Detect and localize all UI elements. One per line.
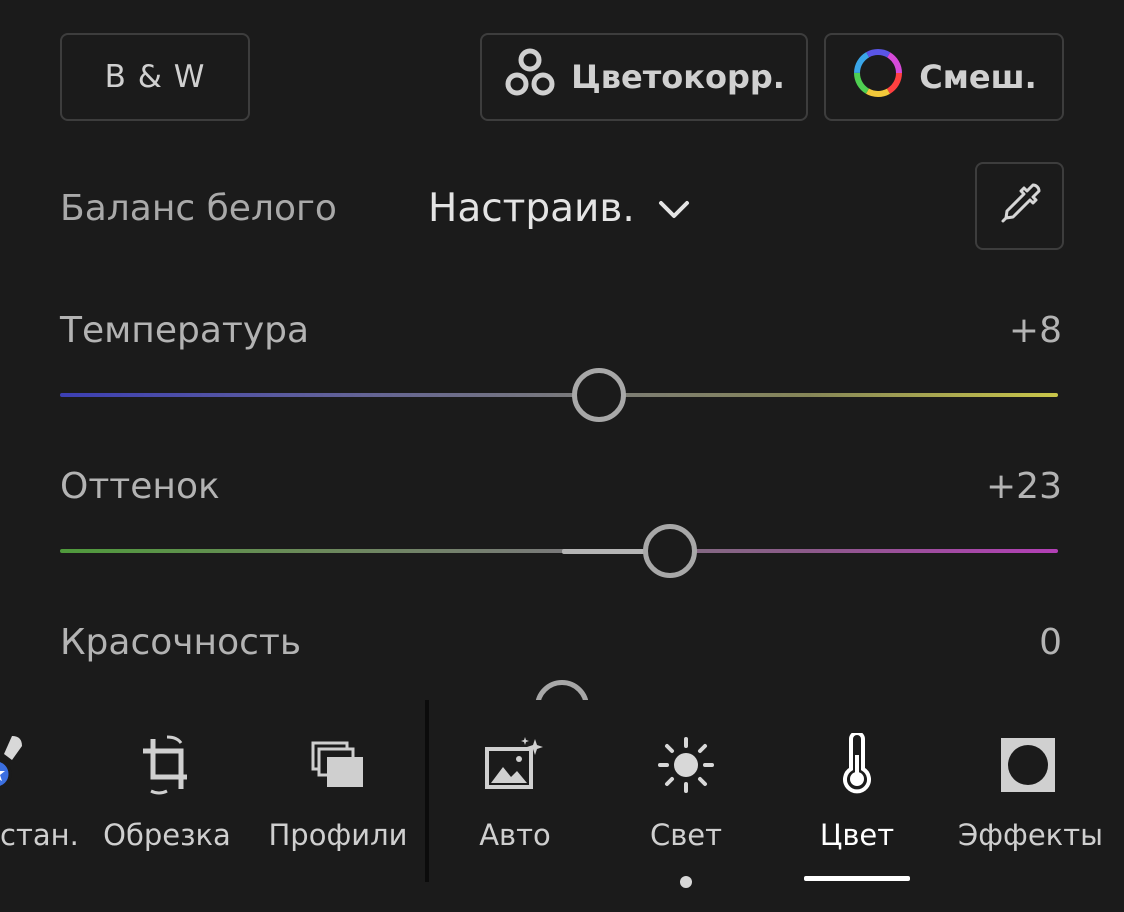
tool-healing-label: стан. <box>0 818 79 852</box>
color-mix-label: Смеш. <box>919 58 1037 96</box>
healing-brush-icon <box>0 730 47 800</box>
light-modified-dot <box>680 876 692 888</box>
tool-effects-label: Эффекты <box>958 818 1103 852</box>
tool-light-label: Свет <box>649 818 723 852</box>
tool-crop-label: Обрезка <box>103 818 231 852</box>
eyedropper-button[interactable] <box>975 162 1064 250</box>
chevron-down-icon <box>657 186 691 231</box>
effects-vignette-icon <box>993 730 1063 800</box>
white-balance-value: Настраив. <box>428 186 635 231</box>
tool-crop[interactable]: Обрезка <box>100 700 234 912</box>
eyedropper-icon <box>995 179 1045 233</box>
tool-effects[interactable]: Эффекты <box>958 700 1103 912</box>
temperature-slider-track[interactable] <box>60 393 1058 397</box>
color-mix-button[interactable]: Смеш. <box>824 33 1064 121</box>
white-balance-label: Баланс белого <box>60 188 337 229</box>
vibrance-value[interactable]: 0 <box>1039 622 1062 663</box>
temperature-slider-thumb[interactable] <box>572 368 626 422</box>
tint-value[interactable]: +23 <box>986 466 1062 507</box>
vibrance-label: Красочность <box>60 622 302 663</box>
white-balance-dropdown[interactable]: Настраив. <box>428 186 691 231</box>
temperature-label: Температура <box>60 310 310 351</box>
color-grading-icon <box>503 46 557 108</box>
bw-button-label: B & W <box>104 59 206 95</box>
tint-slider-track[interactable] <box>60 549 1058 553</box>
thermometer-icon <box>822 730 892 800</box>
toolbar-separator <box>425 700 429 882</box>
tool-profiles-label: Профили <box>268 818 408 852</box>
active-tab-indicator <box>804 876 910 881</box>
sun-icon <box>651 730 721 800</box>
color-grading-label: Цветокорр. <box>571 58 785 96</box>
color-grading-button[interactable]: Цветокорр. <box>480 33 808 121</box>
tint-slider-thumb[interactable] <box>643 524 697 578</box>
tint-slider-fill <box>562 549 646 554</box>
auto-image-icon <box>480 730 550 800</box>
tint-label: Оттенок <box>60 466 220 507</box>
profiles-icon <box>303 730 373 800</box>
tool-auto[interactable]: Авто <box>460 700 570 912</box>
tool-profiles[interactable]: Профили <box>268 700 408 912</box>
bottom-toolbar: стан. Обрезка Профили Авто Свет Цвет Эфф… <box>0 700 1124 912</box>
tool-healing[interactable]: стан. <box>0 700 80 912</box>
crop-rotate-icon <box>132 730 202 800</box>
color-wheel-icon <box>851 46 905 108</box>
tool-auto-label: Авто <box>479 818 551 852</box>
bw-button[interactable]: B & W <box>60 33 250 121</box>
temperature-value[interactable]: +8 <box>1009 310 1062 351</box>
tool-color-label: Цвет <box>819 818 895 852</box>
